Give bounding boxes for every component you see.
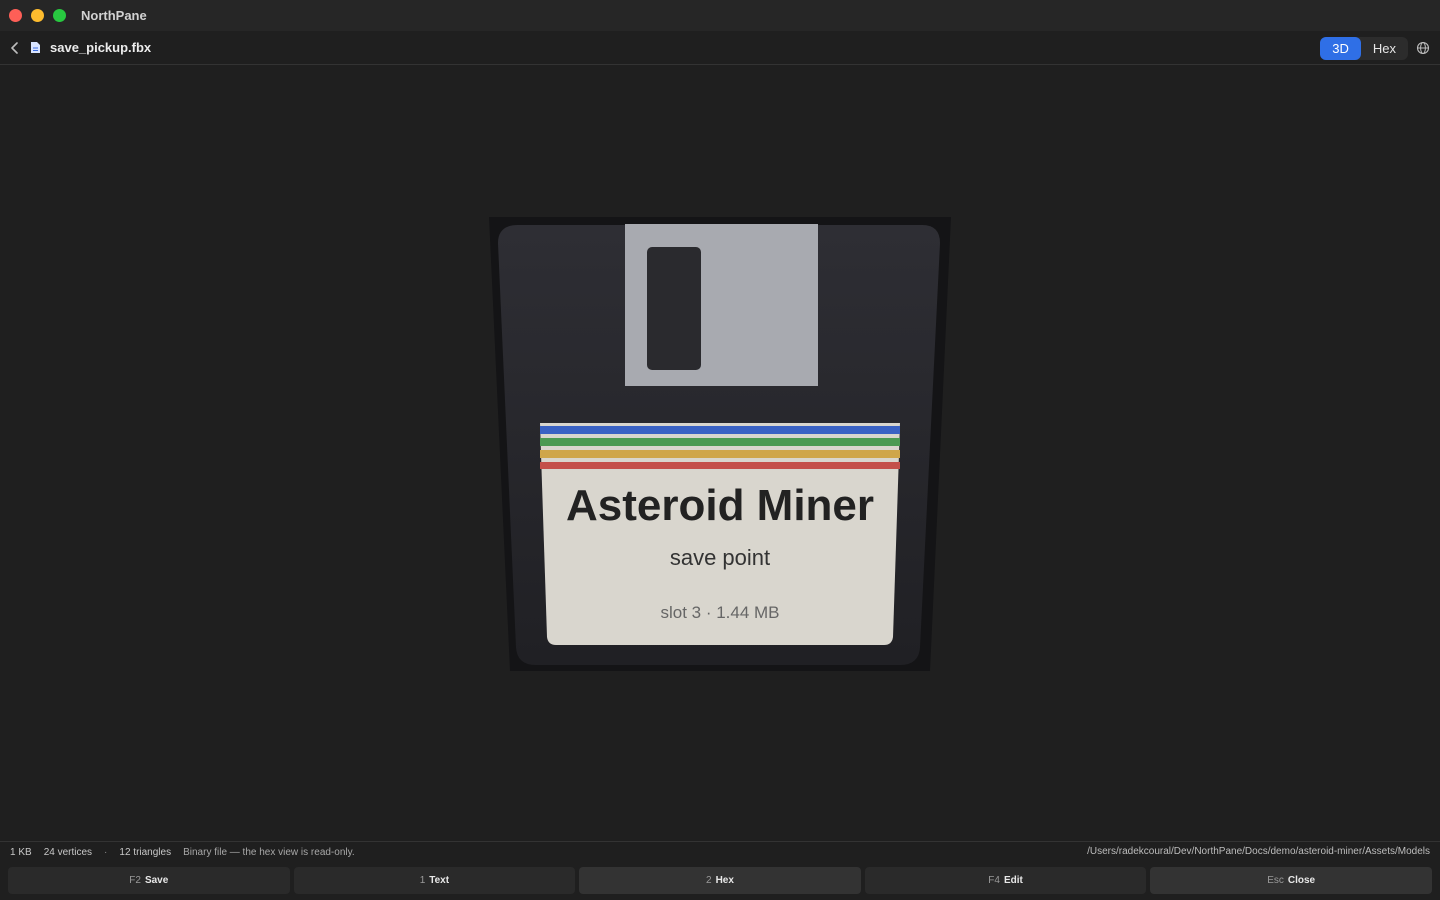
view-mode-3d-button[interactable]: 3D — [1320, 37, 1361, 60]
triangle-count: 12 triangles — [119, 846, 172, 858]
status-bar: 1 KB 24 vertices · 12 triangles Binary f… — [0, 841, 1440, 862]
shutter-window — [647, 247, 701, 370]
chevron-left-icon — [11, 41, 18, 54]
stripe-blue — [540, 426, 900, 434]
file-path: /Users/radekcoural/Dev/NorthPane/Docs/de… — [1087, 846, 1430, 857]
hex-view-button[interactable]: 2 Hex — [579, 867, 861, 894]
save-button[interactable]: F2 Save — [8, 867, 290, 894]
file-size: 1 KB — [10, 846, 32, 858]
text-view-button[interactable]: 1 Text — [293, 867, 576, 894]
close-button[interactable]: Esc Close — [1150, 867, 1432, 894]
view-mode-hex-button[interactable]: Hex — [1361, 37, 1408, 60]
3d-viewport[interactable]: Asteroid Miner save point slot 3 · 1.44 … — [0, 65, 1440, 841]
function-key-bar: F2 Save 1 Text 2 Hex F4 Edit Esc Close — [0, 862, 1440, 900]
label-footer: slot 3 · 1.44 MB — [660, 603, 779, 622]
status-note: Binary file — the hex view is read-only. — [183, 846, 355, 858]
title-bar: NorthPane — [0, 0, 1440, 31]
zoom-window-button[interactable] — [53, 9, 66, 22]
file-name: save_pickup.fbx — [50, 40, 152, 55]
back-button[interactable] — [8, 41, 22, 55]
stripe-red — [540, 462, 900, 469]
document-icon — [28, 41, 42, 55]
label-title: Asteroid Miner — [566, 481, 874, 530]
stripe-green — [540, 438, 900, 446]
status-separator: · — [104, 846, 108, 858]
window-controls — [9, 9, 66, 22]
toolbar: save_pickup.fbx 3D Hex — [0, 31, 1440, 65]
close-window-button[interactable] — [9, 9, 22, 22]
minimize-window-button[interactable] — [31, 9, 44, 22]
vertex-count: 24 vertices — [43, 846, 93, 858]
edit-button[interactable]: F4 Edit — [864, 867, 1147, 894]
globe-icon[interactable] — [1416, 41, 1430, 55]
stripe-yellow — [540, 450, 900, 458]
app-title: NorthPane — [81, 8, 147, 23]
label-subtitle: save point — [670, 545, 770, 570]
floppy-disk-model[interactable]: Asteroid Miner save point slot 3 · 1.44 … — [0, 65, 1440, 841]
view-mode-switch: 3D Hex — [1320, 37, 1408, 60]
